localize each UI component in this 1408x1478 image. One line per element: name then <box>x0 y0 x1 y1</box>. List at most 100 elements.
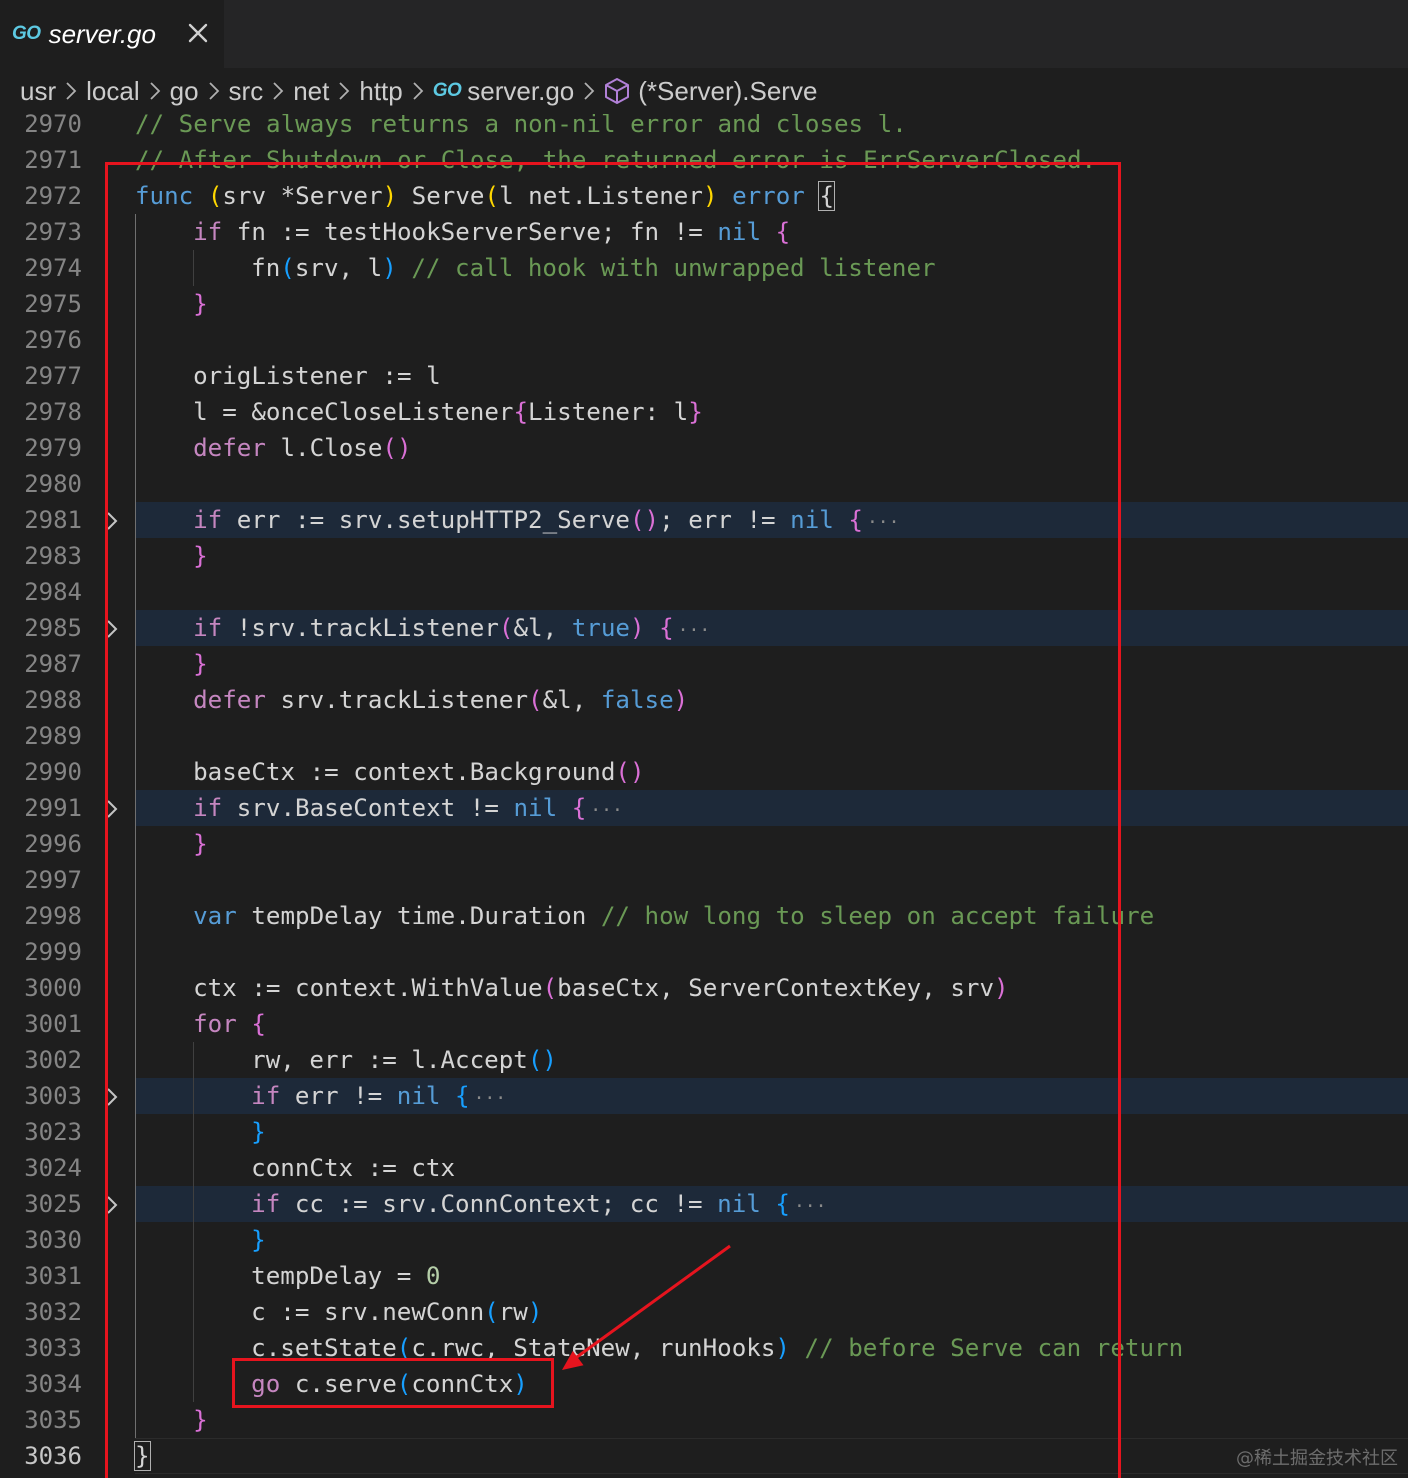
tab-server-go[interactable]: GO server.go <box>0 0 224 68</box>
breadcrumb: usr local go src net http GO server.go (*Server)… <box>0 68 1408 114</box>
code-line[interactable]: 3001 for { <box>0 1006 1408 1042</box>
code-line[interactable]: 3030} <box>0 1222 1408 1258</box>
code-line[interactable]: 3032 c := srv.newConn(rw) <box>0 1294 1408 1330</box>
line-number: 3003 <box>24 1082 82 1110</box>
code-line[interactable]: 2972 func (srv *Server) Serve(l net.Liste… <box>0 178 1408 214</box>
code-line[interactable]: 2985 if !srv.trackListener(&l, true) {··· <box>0 610 1408 646</box>
code-line[interactable]: 3034 go c.serve(connCtx) <box>0 1366 1408 1402</box>
breadcrumb-item[interactable]: GO server.go <box>433 76 575 107</box>
breadcrumb-item[interactable]: src <box>229 76 264 107</box>
code-token: defer <box>193 686 266 714</box>
code-line[interactable]: 2998 var tempDelay time.Duration // how l… <box>0 898 1408 934</box>
fold-ellipsis-icon[interactable]: ··· <box>867 512 900 533</box>
code-token: { <box>775 1190 790 1218</box>
code-line[interactable]: 2991 if srv.BaseContext != nil {··· <box>0 790 1408 826</box>
code-line[interactable]: 2996} <box>0 826 1408 862</box>
code-line[interactable]: 2999 <box>0 934 1408 970</box>
code-token: ( <box>396 1370 412 1398</box>
breadcrumb-item[interactable]: go <box>170 76 199 107</box>
code-line[interactable]: 2980 <box>0 466 1408 502</box>
code-line[interactable]: 3002 rw, err := l.Accept() <box>0 1042 1408 1078</box>
breadcrumb-item[interactable]: http <box>359 76 402 107</box>
code-line[interactable]: 3036} <box>0 1438 1408 1474</box>
code-token: () <box>615 758 645 786</box>
line-number: 2980 <box>24 470 82 498</box>
code-line[interactable]: 3000 ctx := context.WithValue(baseCtx, Se… <box>0 970 1408 1006</box>
code-editor[interactable]: 2970// Serve always returns a non-nil er… <box>0 104 1408 1478</box>
fold-chevron-icon[interactable] <box>104 1087 120 1107</box>
code-line[interactable]: 2979 defer l.Close() <box>0 430 1408 466</box>
breadcrumb-label: go <box>169 75 199 106</box>
code-token: ) <box>629 614 645 642</box>
line-number: 2990 <box>24 758 82 786</box>
line-number: 3024 <box>24 1154 82 1182</box>
code-line[interactable]: 2975} <box>0 286 1408 322</box>
fold-ellipsis-icon[interactable]: ··· <box>794 1196 827 1217</box>
chevron-right-icon <box>272 81 284 101</box>
code-token: tempDelay time.Duration <box>236 902 601 930</box>
code-line[interactable]: 2988 defer srv.trackListener(&l, false) <box>0 682 1408 718</box>
code-token: if <box>251 1190 281 1218</box>
code-line[interactable]: 2997 <box>0 862 1408 898</box>
code-text: if srv.BaseContext != nil {··· <box>193 790 623 826</box>
code-token: // how long to sleep on accept failure <box>600 902 1155 930</box>
code-line[interactable]: 2977 origListener := l <box>0 358 1408 394</box>
code-line[interactable]: 3023} <box>0 1114 1408 1150</box>
code-token: &l, <box>542 686 601 714</box>
fold-chevron-icon[interactable] <box>104 799 120 819</box>
breadcrumb-item[interactable]: usr <box>20 76 56 107</box>
code-line[interactable]: 3003 if err != nil {··· <box>0 1078 1408 1114</box>
code-line[interactable]: 2984 <box>0 574 1408 610</box>
code-token: ( <box>484 1298 499 1326</box>
code-token: baseCtx := context.Background <box>193 758 616 786</box>
code-token: ) <box>702 182 718 210</box>
fold-ellipsis-icon[interactable]: ··· <box>590 800 623 821</box>
code-line[interactable]: 3025 if cc := srv.ConnContext; cc != nil … <box>0 1186 1408 1222</box>
code-line[interactable]: 2976 <box>0 322 1408 358</box>
code-line[interactable]: 3035} <box>0 1402 1408 1438</box>
breadcrumb-item[interactable]: (*Server).Serve <box>604 76 817 107</box>
code-token: ) <box>994 974 1009 1002</box>
code-line[interactable]: 3031 tempDelay = 0 <box>0 1258 1408 1294</box>
code-line[interactable]: 2974 fn(srv, l) // call hook with unwrapp… <box>0 250 1408 286</box>
fold-ellipsis-icon[interactable]: ··· <box>678 620 711 641</box>
code-line[interactable]: 2990 baseCtx := context.Background() <box>0 754 1408 790</box>
code-token: } <box>193 1406 208 1434</box>
code-line[interactable]: 2971 // After Shutdown or Close, the retu… <box>0 142 1408 178</box>
fold-ellipsis-icon[interactable]: ··· <box>474 1088 507 1109</box>
fold-chevron-icon[interactable] <box>104 511 120 531</box>
line-number: 2976 <box>24 326 82 354</box>
line-number: 3001 <box>24 1010 82 1038</box>
code-line[interactable]: 2983} <box>0 538 1408 574</box>
code-line[interactable]: 3033 c.setState(c.rwc, StateNew, runHooks… <box>0 1330 1408 1366</box>
code-token: !srv.trackListener <box>222 614 499 642</box>
code-line[interactable]: 2989 <box>0 718 1408 754</box>
code-token: } <box>193 650 208 678</box>
code-line[interactable]: 2973 if fn := testHookServerServe; fn != … <box>0 214 1408 250</box>
code-token: () <box>629 506 660 534</box>
code-token: ) <box>382 182 398 210</box>
line-number: 2971 <box>24 146 82 174</box>
breadcrumb-item[interactable]: local <box>86 76 139 107</box>
code-line[interactable]: 2981 if err := srv.setupHTTP2_Serve(); er… <box>0 502 1408 538</box>
code-token: { <box>571 794 587 822</box>
code-token: err := srv.setupHTTP2_Serve <box>222 506 630 534</box>
line-number: 2998 <box>24 902 82 930</box>
code-token: srv.trackListener <box>265 686 529 714</box>
code-line[interactable]: 2978 l = &onceCloseListener{Listener: l} <box>0 394 1408 430</box>
code-token: if <box>251 1082 281 1110</box>
fold-chevron-icon[interactable] <box>104 619 120 639</box>
line-number: 2997 <box>24 866 82 894</box>
close-icon[interactable] <box>186 20 210 46</box>
code-text: var tempDelay time.Duration // how long … <box>193 898 1154 934</box>
code-token: { <box>251 1010 266 1038</box>
breadcrumb-item[interactable]: net <box>293 76 329 107</box>
code-token: cc := srv.ConnContext; cc != <box>280 1190 718 1218</box>
code-token: // After Shutdown or Close, the returned… <box>135 146 1097 174</box>
code-token: if <box>193 794 223 822</box>
code-line[interactable]: 2987} <box>0 646 1408 682</box>
fold-chevron-icon[interactable] <box>104 1195 120 1215</box>
code-line[interactable]: 3024 connCtx := ctx <box>0 1150 1408 1186</box>
